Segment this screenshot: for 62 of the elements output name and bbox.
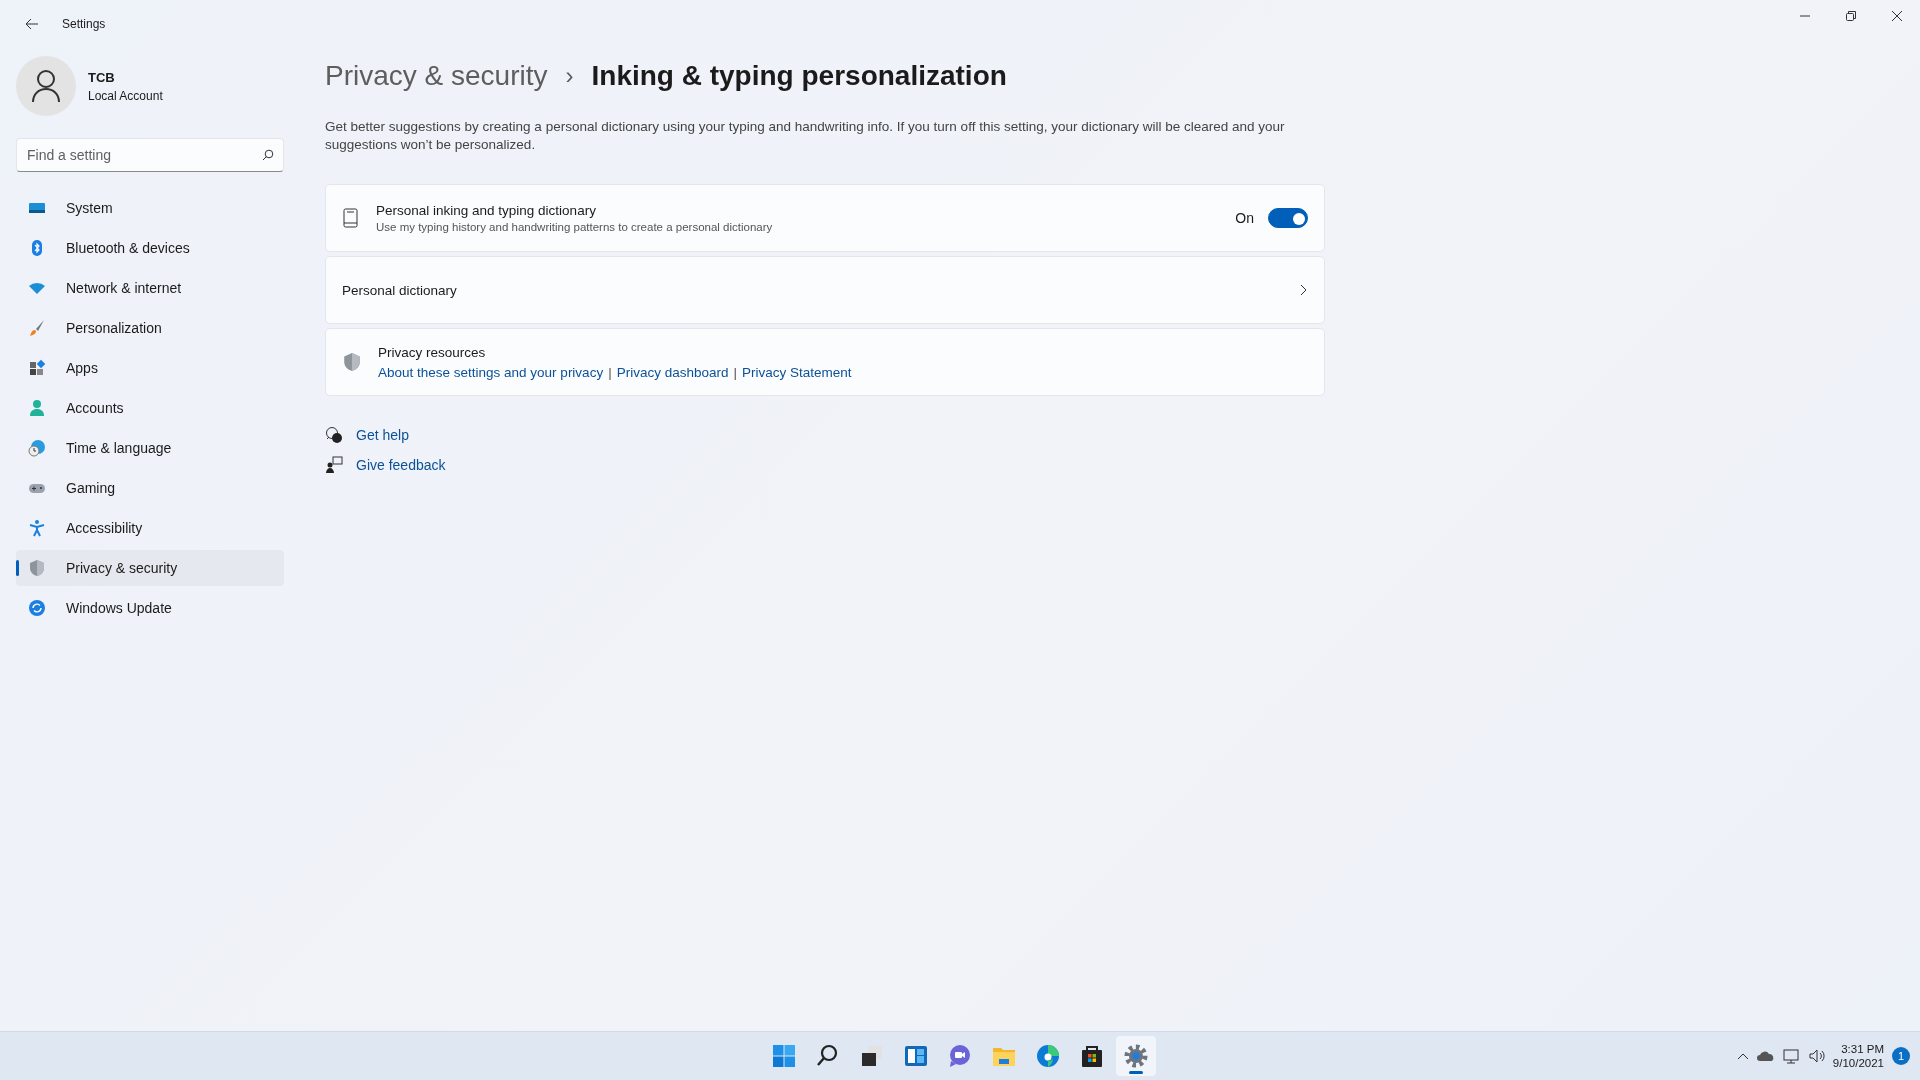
nav-item[interactable]: Time & language [16,430,284,466]
search-field[interactable]: Find a setting [16,138,284,172]
clock[interactable]: 3:31 PM 9/10/2021 [1832,1042,1884,1070]
privacy-link[interactable]: Privacy dashboard [616,364,729,380]
link-separator: | [608,364,612,380]
setting-title: Personal inking and typing dictionary [376,203,597,218]
setting-description: Use my typing history and handwriting patterns to create a personal dictionary [376,221,773,233]
nav-item[interactable]: Gaming [16,470,284,506]
apps-icon [28,359,46,377]
restore-icon [1846,11,1856,21]
widgets-icon [903,1043,929,1069]
feedback-icon [325,456,343,474]
breadcrumb-parent[interactable]: Privacy & security [325,60,548,92]
browser-icon [1035,1043,1061,1069]
shield-icon [342,352,362,372]
profile-name: TCB [88,69,116,85]
help-link[interactable]: Get help [356,427,409,443]
shield-icon [28,559,46,577]
help-link[interactable]: Give feedback [356,457,446,473]
help-chat-icon [325,426,343,444]
chevron-right-icon [1300,284,1308,296]
network-icon[interactable] [1782,1048,1801,1064]
privacy-link[interactable]: About these settings and your privacy [378,364,604,380]
brush-icon [28,319,46,337]
window-title: Settings [62,17,106,31]
breadcrumb-separator: › [565,62,574,90]
privacy-link[interactable]: Privacy Statement [742,364,852,380]
resources-title: Privacy resources [378,344,487,360]
nav-item[interactable]: Bluetooth & devices [16,230,284,266]
store-bag-icon [1079,1043,1105,1069]
cloud-icon[interactable] [1756,1050,1775,1062]
person-icon [28,399,46,417]
nav-item[interactable]: System [16,190,284,226]
search-icon [262,149,274,161]
chat-icon [947,1043,973,1069]
chevron-up-icon[interactable] [1736,1052,1749,1060]
toggle-state-label: On [1235,210,1254,226]
nav-item[interactable]: Windows Update [16,590,284,626]
user-icon [31,69,61,103]
sync-icon [28,599,46,617]
nav-item[interactable]: Privacy & security [16,550,284,586]
book-icon [342,208,360,228]
nav-item[interactable]: Accounts [16,390,284,426]
link-separator: | [733,364,737,380]
back-arrow-icon [25,17,39,31]
personal-dictionary-link-card[interactable]: Personal dictionary [325,256,1325,324]
toggle-switch[interactable] [1268,208,1308,228]
nav-item[interactable]: Apps [16,350,284,386]
gear-icon [1123,1043,1149,1069]
speaker-icon[interactable] [1808,1049,1825,1063]
account-type: Local Account [88,88,163,103]
start-icon [771,1043,797,1069]
accessibility-icon [28,519,46,537]
task-view-icon [859,1043,885,1069]
page-title: Inking & typing personalization [591,60,1007,92]
nav-item[interactable]: Network & internet [16,270,284,306]
close-icon [1892,11,1902,21]
notification-badge[interactable]: 1 [1892,1047,1910,1065]
page-description: Get better suggestions by creating a personal dictionary using your typing and handwriting info. If you turn off this setting, your dictionary will be cleared and your suggestions won’t be personalized. [325,118,1286,154]
nav-item[interactable]: Accessibility [16,510,284,546]
nav-item[interactable]: Personalization [16,310,284,346]
globe-clock-icon [28,439,46,457]
